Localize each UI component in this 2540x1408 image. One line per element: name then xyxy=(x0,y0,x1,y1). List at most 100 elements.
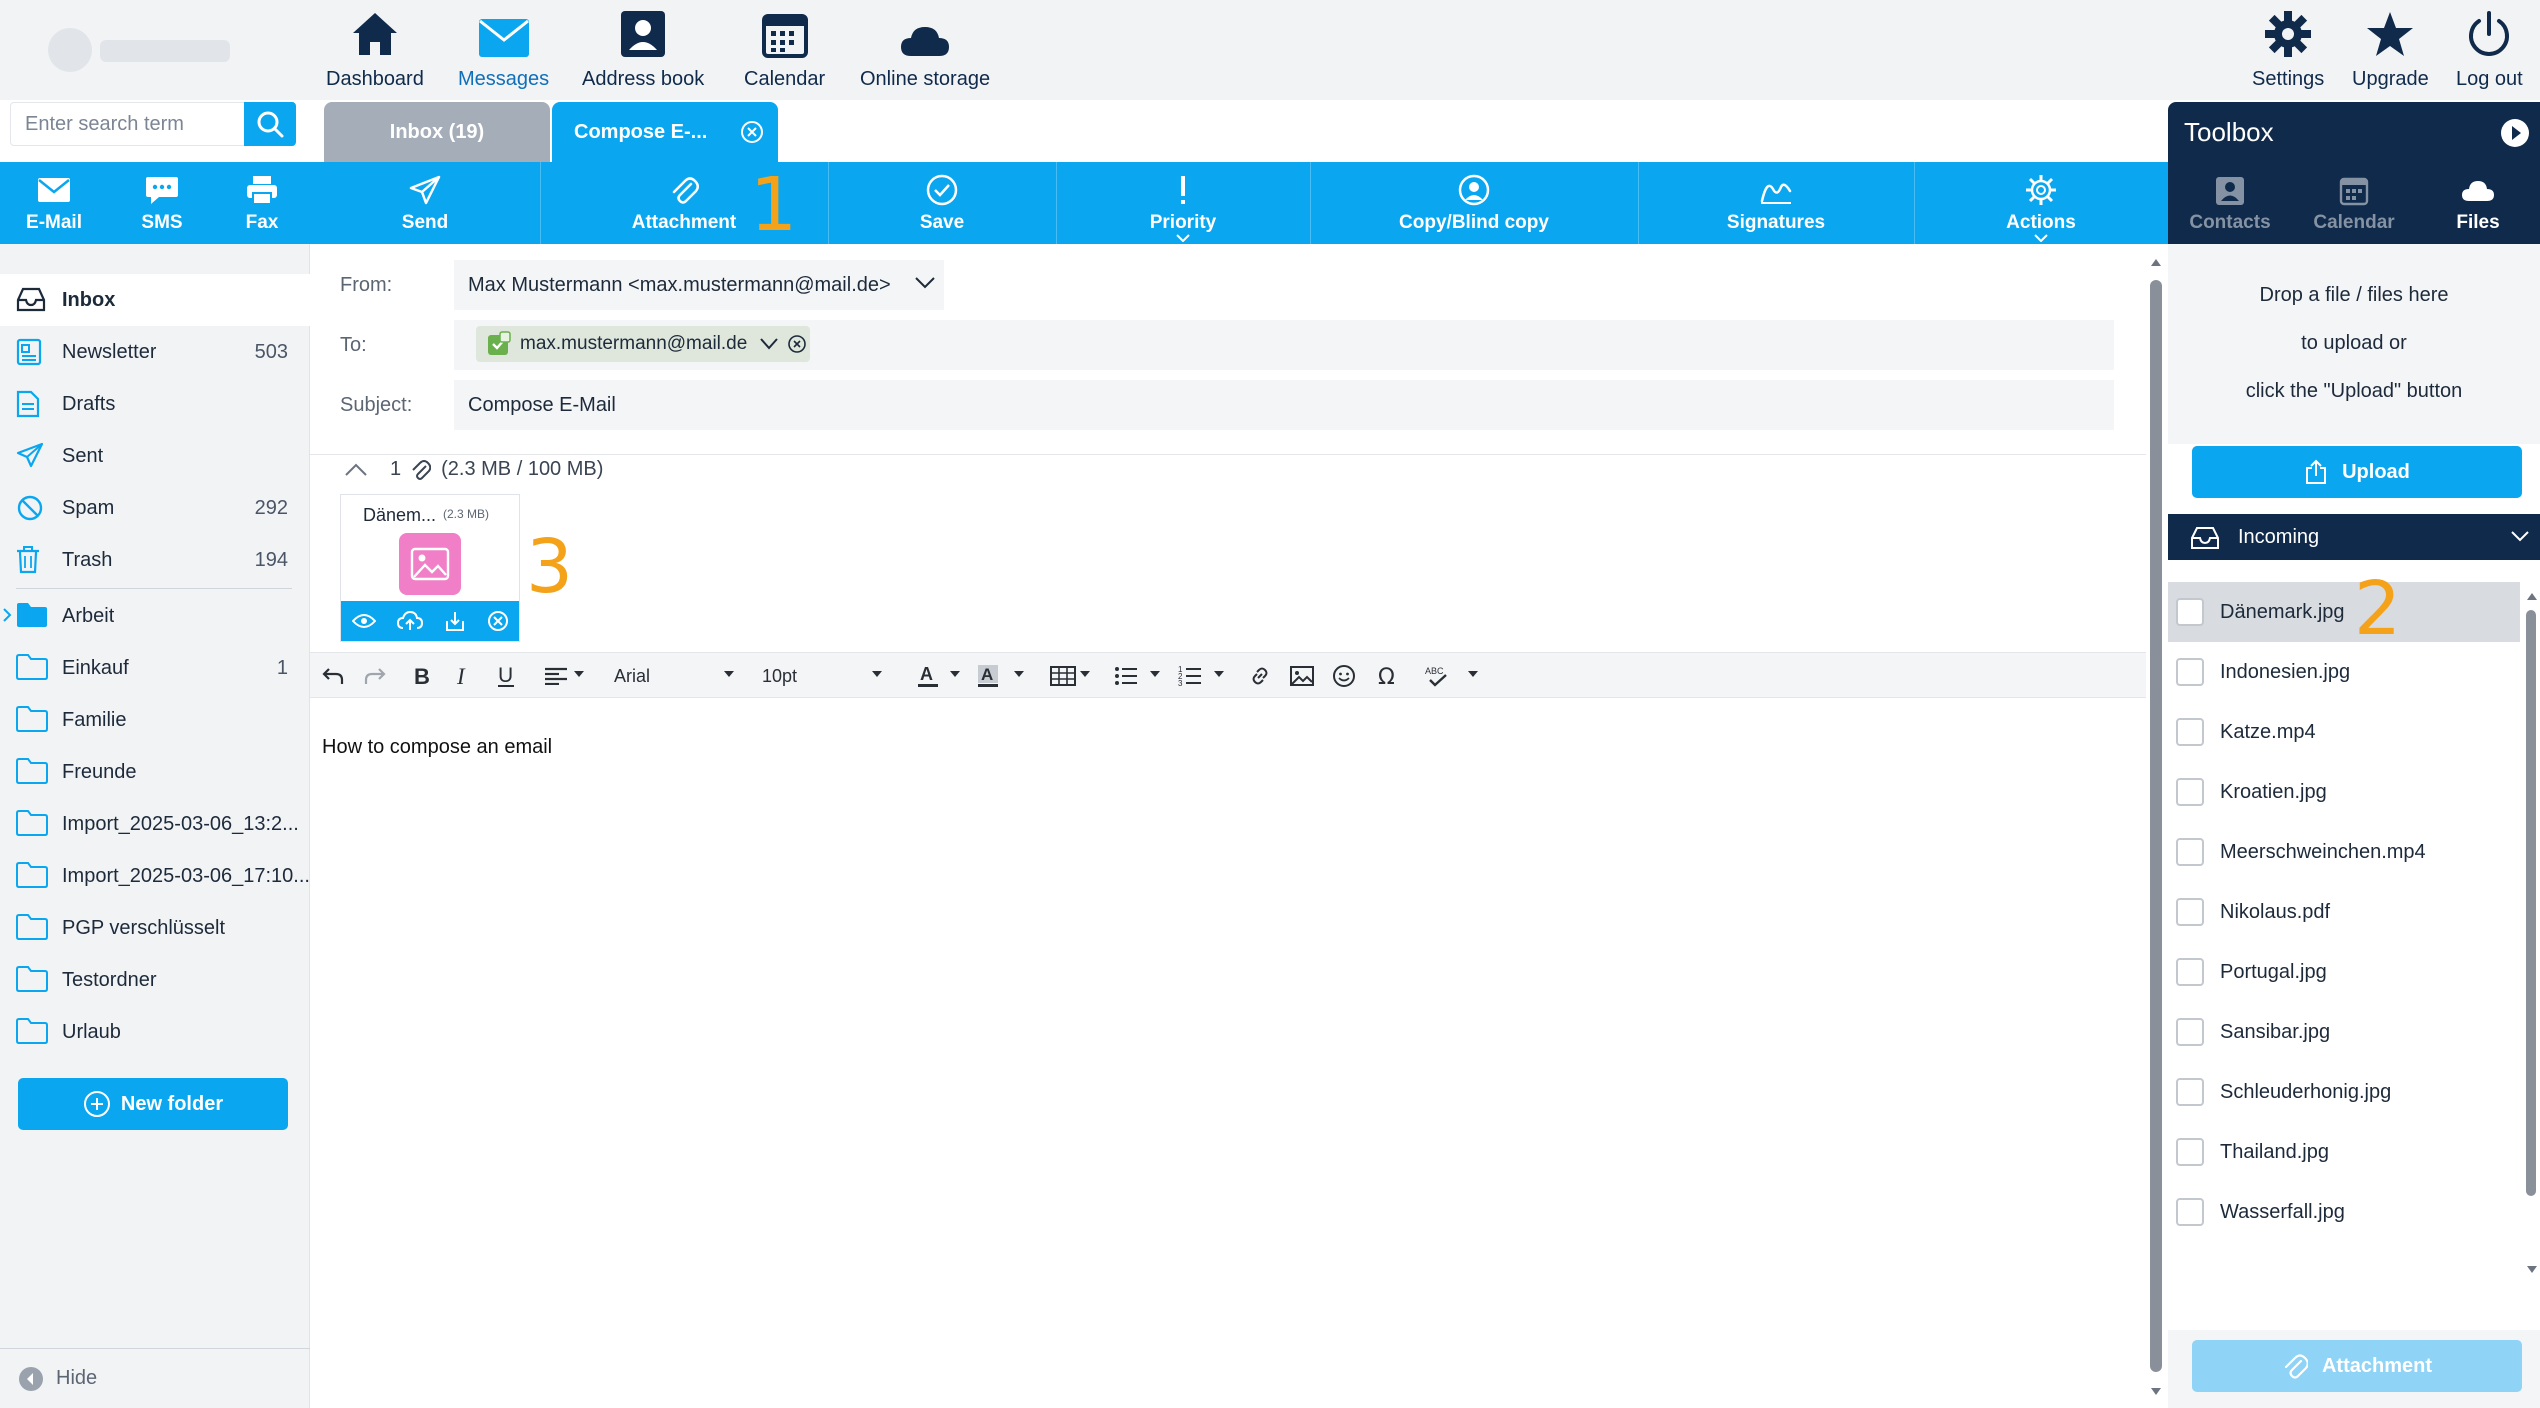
bullet-list-caret[interactable] xyxy=(1150,671,1160,677)
file-row[interactable]: Nikolaus.pdf xyxy=(2168,882,2520,942)
attachment-card[interactable]: Dänem... (2.3 MB) xyxy=(340,494,520,642)
chevron-right-icon[interactable] xyxy=(2,608,12,622)
folder-import-1[interactable]: Import_2025-03-06_13:2... xyxy=(0,798,310,850)
file-row[interactable]: Schleuderhonig.jpg xyxy=(2168,1062,2520,1122)
file-dropzone[interactable]: Drop a file / files here to upload or cl… xyxy=(2168,244,2540,444)
priority-button[interactable]: Priority xyxy=(1056,162,1310,244)
file-row[interactable]: Katze.mp4 xyxy=(2168,702,2520,762)
chevron-down-icon[interactable] xyxy=(759,337,779,351)
file-checkbox[interactable] xyxy=(2176,1018,2204,1046)
scroll-down-icon[interactable] xyxy=(2526,1264,2538,1276)
underline-icon[interactable]: U xyxy=(496,663,516,689)
upload-button[interactable]: Upload xyxy=(2192,446,2522,498)
folder-familie[interactable]: Familie xyxy=(0,694,310,746)
spellcheck-caret[interactable] xyxy=(1468,671,1478,677)
remove-recipient-icon[interactable] xyxy=(787,334,807,354)
save-button[interactable]: Save xyxy=(828,162,1056,244)
close-tab-icon[interactable] xyxy=(740,120,764,144)
folder-einkauf[interactable]: Einkauf 1 xyxy=(0,642,310,694)
table-icon[interactable] xyxy=(1050,663,1076,689)
folder-testordner[interactable]: Testordner xyxy=(0,954,310,1006)
emoji-icon[interactable] xyxy=(1332,663,1356,689)
file-row[interactable]: Thailand.jpg xyxy=(2168,1122,2520,1182)
text-color-caret[interactable] xyxy=(950,671,960,677)
nav-messages[interactable]: Messages xyxy=(458,0,549,100)
file-row[interactable]: Indonesien.jpg xyxy=(2168,642,2520,702)
collapse-toolbox-icon[interactable] xyxy=(2500,118,2530,148)
folder-freunde[interactable]: Freunde xyxy=(0,746,310,798)
numbered-list-icon[interactable]: 123 xyxy=(1178,663,1202,689)
nav-dashboard[interactable]: Dashboard xyxy=(326,0,424,100)
highlight-color-caret[interactable] xyxy=(1014,671,1024,677)
toolbox-scrollbar-thumb[interactable] xyxy=(2526,610,2536,1196)
insert-image-icon[interactable] xyxy=(1290,663,1314,689)
font-family-caret[interactable] xyxy=(724,671,734,677)
nav-calendar[interactable]: Calendar xyxy=(744,0,825,100)
eye-icon[interactable] xyxy=(351,613,376,629)
copy-blind-copy-button[interactable]: Copy/Blind copy xyxy=(1310,162,1638,244)
file-checkbox[interactable] xyxy=(2176,1198,2204,1226)
file-checkbox[interactable] xyxy=(2176,718,2204,746)
bullet-list-icon[interactable] xyxy=(1114,663,1138,689)
create-sms-button[interactable]: SMS xyxy=(108,162,216,244)
file-checkbox[interactable] xyxy=(2176,898,2204,926)
nav-settings[interactable]: Settings xyxy=(2252,0,2324,100)
folder-arbeit[interactable]: Arbeit xyxy=(0,590,310,642)
file-checkbox[interactable] xyxy=(2176,1138,2204,1166)
folder-inbox[interactable]: Inbox xyxy=(0,274,310,326)
folder-trash[interactable]: Trash 194 xyxy=(0,534,310,586)
storage-folder-select[interactable]: Incoming xyxy=(2168,514,2540,560)
scroll-up-icon[interactable] xyxy=(2150,256,2162,268)
file-checkbox[interactable] xyxy=(2176,1078,2204,1106)
folder-pgp[interactable]: PGP verschlüsselt xyxy=(0,902,310,954)
folder-import-2[interactable]: Import_2025-03-06_17:10... xyxy=(0,850,310,902)
hide-sidebar-button[interactable]: Hide xyxy=(0,1348,310,1408)
table-caret[interactable] xyxy=(1080,671,1090,677)
folder-sent[interactable]: Sent xyxy=(0,430,310,482)
file-row[interactable]: Wasserfall.jpg xyxy=(2168,1182,2520,1242)
file-checkbox[interactable] xyxy=(2176,658,2204,686)
file-checkbox[interactable] xyxy=(2176,958,2204,986)
scroll-down-icon[interactable] xyxy=(2150,1386,2162,1398)
redo-icon[interactable] xyxy=(364,663,386,689)
numbered-list-caret[interactable] xyxy=(1214,671,1224,677)
actions-menu-button[interactable]: Actions xyxy=(1914,162,2168,244)
send-button[interactable]: Send xyxy=(310,162,540,244)
file-row[interactable]: Sansibar.jpg xyxy=(2168,1002,2520,1062)
scroll-up-icon[interactable] xyxy=(2526,590,2538,602)
file-checkbox[interactable] xyxy=(2176,598,2204,626)
cloud-upload-icon[interactable] xyxy=(396,611,423,631)
file-checkbox[interactable] xyxy=(2176,838,2204,866)
download-icon[interactable] xyxy=(444,610,466,632)
align-dropdown-caret[interactable] xyxy=(574,671,584,677)
main-scrollbar-thumb[interactable] xyxy=(2150,280,2162,1372)
toolbox-tab-files[interactable]: Files xyxy=(2416,162,2540,244)
search-button[interactable] xyxy=(244,102,296,146)
file-row[interactable]: Dänemark.jpg xyxy=(2168,582,2520,642)
text-color-icon[interactable]: A xyxy=(916,663,940,689)
nav-upgrade[interactable]: Upgrade xyxy=(2352,0,2429,100)
link-icon[interactable] xyxy=(1248,663,1272,689)
attach-selected-files-button[interactable]: Attachment xyxy=(2192,1340,2522,1392)
align-left-icon[interactable] xyxy=(544,663,568,689)
remove-attachment-icon[interactable] xyxy=(487,610,509,632)
subject-input[interactable]: Compose E-Mail xyxy=(454,380,2114,430)
tab-inbox[interactable]: Inbox (19) xyxy=(324,102,550,162)
folder-urlaub[interactable]: Urlaub xyxy=(0,1006,310,1058)
nav-address-book[interactable]: Address book xyxy=(582,0,704,100)
special-character-icon[interactable]: Ω xyxy=(1376,663,1400,689)
file-checkbox[interactable] xyxy=(2176,778,2204,806)
folder-newsletter[interactable]: Newsletter 503 xyxy=(0,326,310,378)
chevron-up-icon[interactable] xyxy=(344,463,368,477)
spellcheck-icon[interactable]: ABC xyxy=(1424,663,1452,689)
create-email-button[interactable]: E-Mail xyxy=(0,162,108,244)
folder-drafts[interactable]: Drafts xyxy=(0,378,310,430)
toolbox-tab-contacts[interactable]: Contacts xyxy=(2168,162,2292,244)
folder-spam[interactable]: Spam 292 xyxy=(0,482,310,534)
file-row[interactable]: Portugal.jpg xyxy=(2168,942,2520,1002)
highlight-color-icon[interactable]: A xyxy=(976,663,1000,689)
nav-logout[interactable]: Log out xyxy=(2456,0,2523,100)
message-body-editor[interactable]: How to compose an email xyxy=(322,736,552,759)
file-row[interactable]: Meerschweinchen.mp4 xyxy=(2168,822,2520,882)
font-size-caret[interactable] xyxy=(872,671,882,677)
